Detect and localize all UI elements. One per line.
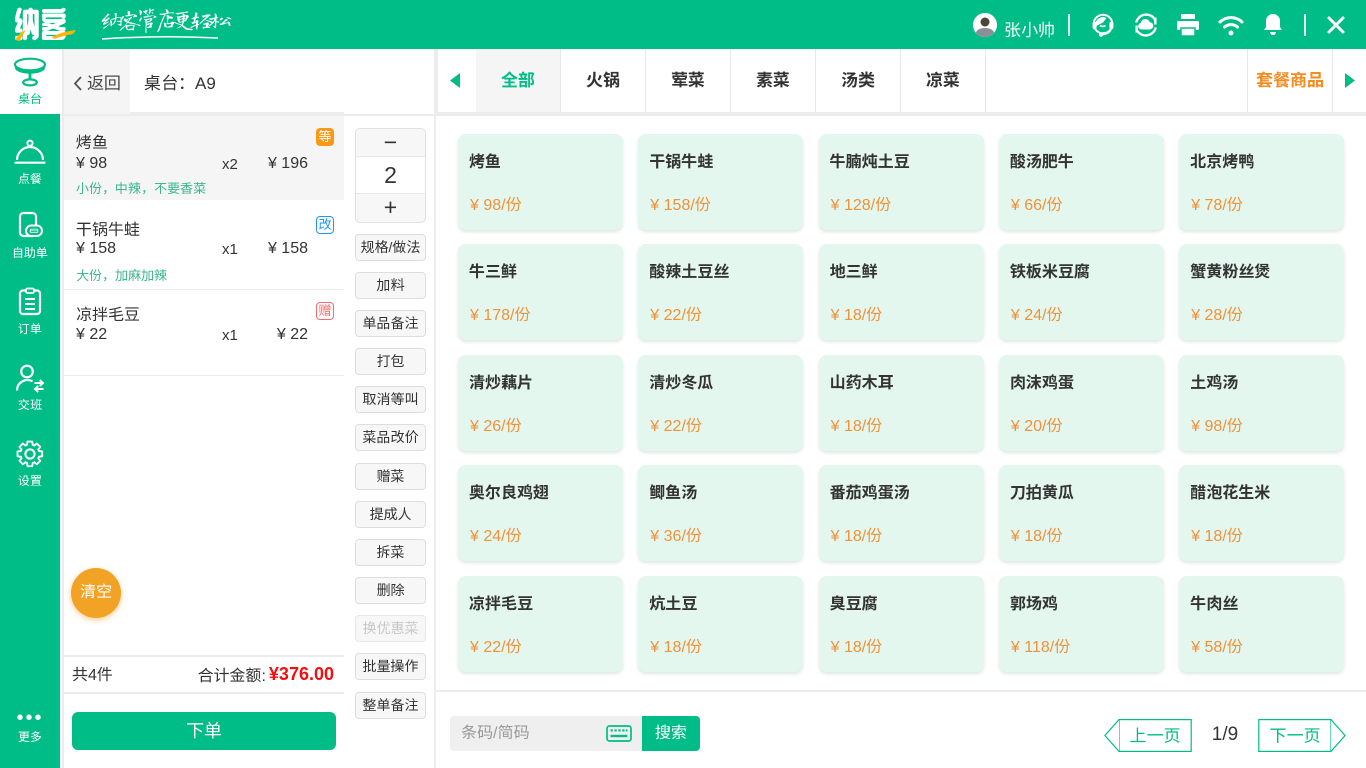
svg-text:下一页: 下一页 <box>1270 727 1321 746</box>
svg-text:上一页: 上一页 <box>1130 727 1181 746</box>
